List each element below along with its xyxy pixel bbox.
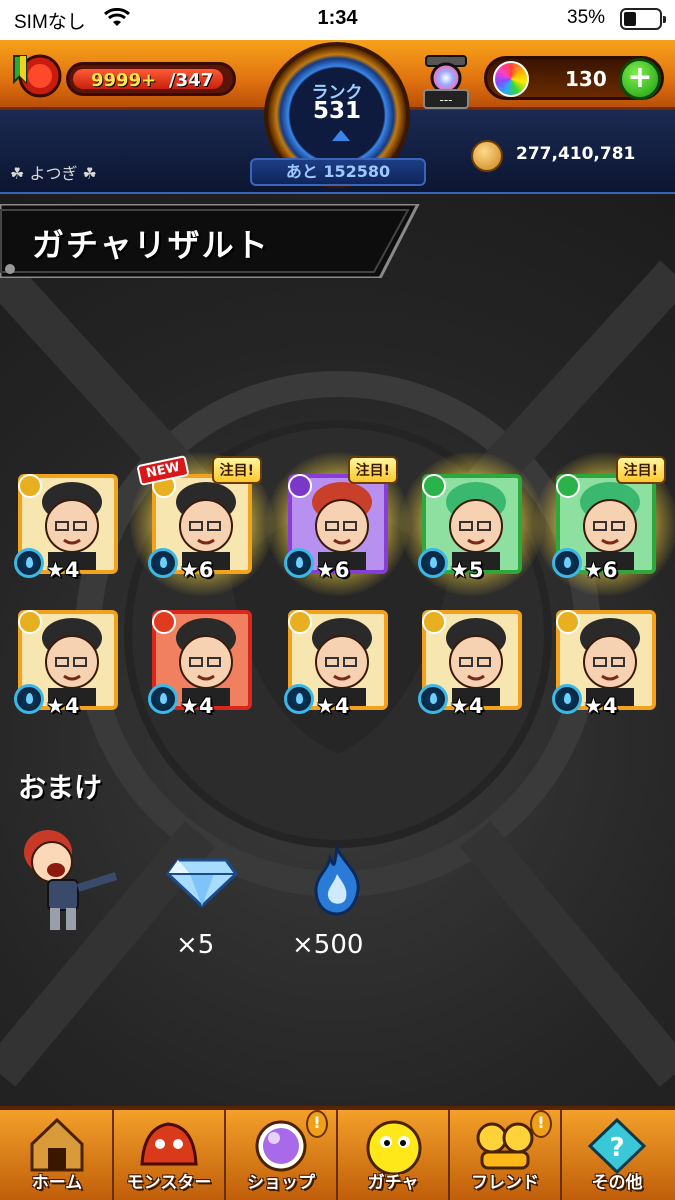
element-icon bbox=[288, 610, 312, 634]
account-name-text: よつぎ bbox=[29, 164, 78, 183]
stamina-current: 9999+ bbox=[91, 70, 157, 91]
orb-panel: 130 + bbox=[484, 56, 664, 100]
luck-drop-icon bbox=[14, 548, 44, 578]
nav-label: モンスター bbox=[126, 1173, 212, 1193]
nav-monster[interactable]: モンスター bbox=[114, 1112, 224, 1200]
level-badge-icon bbox=[13, 54, 62, 98]
luck-drop-icon bbox=[14, 684, 44, 714]
element-icon bbox=[422, 474, 446, 498]
star-rarity: ★4 bbox=[46, 694, 80, 718]
alert-icon: ! bbox=[530, 1110, 552, 1138]
luck-drop-icon bbox=[284, 684, 314, 714]
attention-badge: 注目! bbox=[347, 456, 398, 484]
star-rarity: ★4 bbox=[584, 694, 618, 718]
element-icon bbox=[422, 610, 446, 634]
orb-icon bbox=[493, 61, 529, 97]
star-rarity: ★4 bbox=[316, 694, 350, 718]
monster-result-card[interactable]: ★5 bbox=[400, 452, 544, 596]
nav-divider bbox=[448, 1110, 450, 1200]
other-icon: ? bbox=[587, 1117, 647, 1174]
bonus-heading: おまけ bbox=[18, 771, 103, 804]
element-icon bbox=[152, 610, 176, 634]
nav-divider bbox=[336, 1110, 338, 1200]
nav-divider bbox=[560, 1110, 562, 1200]
nav-gacha[interactable]: ガチャ bbox=[338, 1112, 448, 1200]
stamina-max: /347 bbox=[169, 70, 214, 91]
rank-value: 531 bbox=[312, 98, 361, 124]
monster-result-card[interactable]: ★4 bbox=[148, 610, 252, 718]
battery-percent: 35% bbox=[567, 7, 606, 28]
svg-text:?: ? bbox=[609, 1133, 624, 1163]
luck-drop-icon bbox=[148, 548, 178, 578]
element-icon bbox=[18, 610, 42, 634]
rank-pointer-icon bbox=[332, 130, 350, 141]
luck-drop-icon bbox=[552, 684, 582, 714]
attention-badge: 注目! bbox=[615, 456, 666, 484]
star-rarity: ★6 bbox=[584, 558, 618, 582]
luck-drop-icon bbox=[418, 684, 448, 714]
machine-label: --- bbox=[440, 93, 453, 107]
nav-divider bbox=[224, 1110, 226, 1200]
nav-label: ホーム bbox=[31, 1173, 83, 1193]
luck-drop-icon bbox=[418, 548, 448, 578]
nav-label: その他 bbox=[591, 1173, 643, 1193]
element-icon bbox=[18, 474, 42, 498]
clover-icon: ☘ bbox=[10, 164, 25, 183]
alert-icon: ! bbox=[306, 1110, 328, 1138]
star-rarity: ★6 bbox=[180, 558, 214, 582]
gold-coin-icon bbox=[471, 140, 503, 172]
battery-icon bbox=[620, 8, 666, 30]
star-rarity: ★4 bbox=[450, 694, 484, 718]
gold-amount: 277,410,781 bbox=[516, 144, 636, 164]
nav-label: ガチャ bbox=[367, 1173, 419, 1193]
stamina-bar: 9999+ /347 bbox=[66, 62, 236, 96]
star-rarity: ★4 bbox=[46, 558, 80, 582]
element-icon bbox=[556, 610, 580, 634]
gacha-icon bbox=[366, 1120, 422, 1174]
flame-count: ×500 bbox=[292, 930, 364, 960]
luck-drop-icon bbox=[284, 548, 314, 578]
monster-icon bbox=[140, 1122, 198, 1166]
clover-icon: ☘ bbox=[82, 164, 97, 183]
nav-label: ショップ bbox=[247, 1173, 315, 1193]
luck-drop-icon bbox=[552, 548, 582, 578]
monster-result-card[interactable]: ★6 注目! bbox=[534, 452, 675, 596]
nav-home[interactable]: ホーム bbox=[2, 1112, 112, 1200]
page-title: ガチャリザルト bbox=[32, 226, 270, 264]
attention-badge: 注目! bbox=[211, 456, 262, 484]
nav-divider bbox=[112, 1110, 114, 1200]
chibi-character-image bbox=[24, 830, 118, 930]
monster-result-card[interactable]: ★4 bbox=[418, 610, 522, 718]
monster-result-card[interactable]: ★6 注目! NEW bbox=[130, 452, 274, 596]
star-rarity: ★5 bbox=[450, 558, 484, 582]
star-rarity: ★4 bbox=[180, 694, 214, 718]
result-title-ribbon: ガチャリザルト bbox=[0, 204, 420, 278]
gem-icon bbox=[166, 858, 238, 908]
machine-icon[interactable]: --- bbox=[420, 52, 472, 110]
monster-result-card[interactable]: ★6 注目! bbox=[266, 452, 410, 596]
nav-label: フレンド bbox=[471, 1173, 539, 1193]
rank-remaining: あと 152580 bbox=[250, 158, 426, 186]
monster-result-card[interactable]: ★4 bbox=[284, 610, 388, 718]
soul-flame-icon bbox=[314, 846, 360, 916]
orb-count: 130 bbox=[565, 67, 607, 91]
home-icon bbox=[30, 1117, 84, 1172]
buy-orb-button[interactable]: + bbox=[619, 58, 661, 100]
monster-result-card[interactable]: ★4 bbox=[14, 474, 118, 582]
status-bar: SIMなし 1:34 35% bbox=[0, 0, 675, 40]
element-icon bbox=[288, 474, 312, 498]
gem-count: ×5 bbox=[176, 930, 215, 960]
nav-other[interactable]: ? その他 bbox=[562, 1112, 672, 1200]
star-rarity: ★6 bbox=[316, 558, 350, 582]
luck-drop-icon bbox=[148, 684, 178, 714]
element-icon bbox=[556, 474, 580, 498]
monster-result-card[interactable]: ★4 bbox=[552, 610, 656, 718]
account-name: ☘ よつぎ ☘ bbox=[10, 160, 97, 184]
monster-result-card[interactable]: ★4 bbox=[14, 610, 118, 718]
